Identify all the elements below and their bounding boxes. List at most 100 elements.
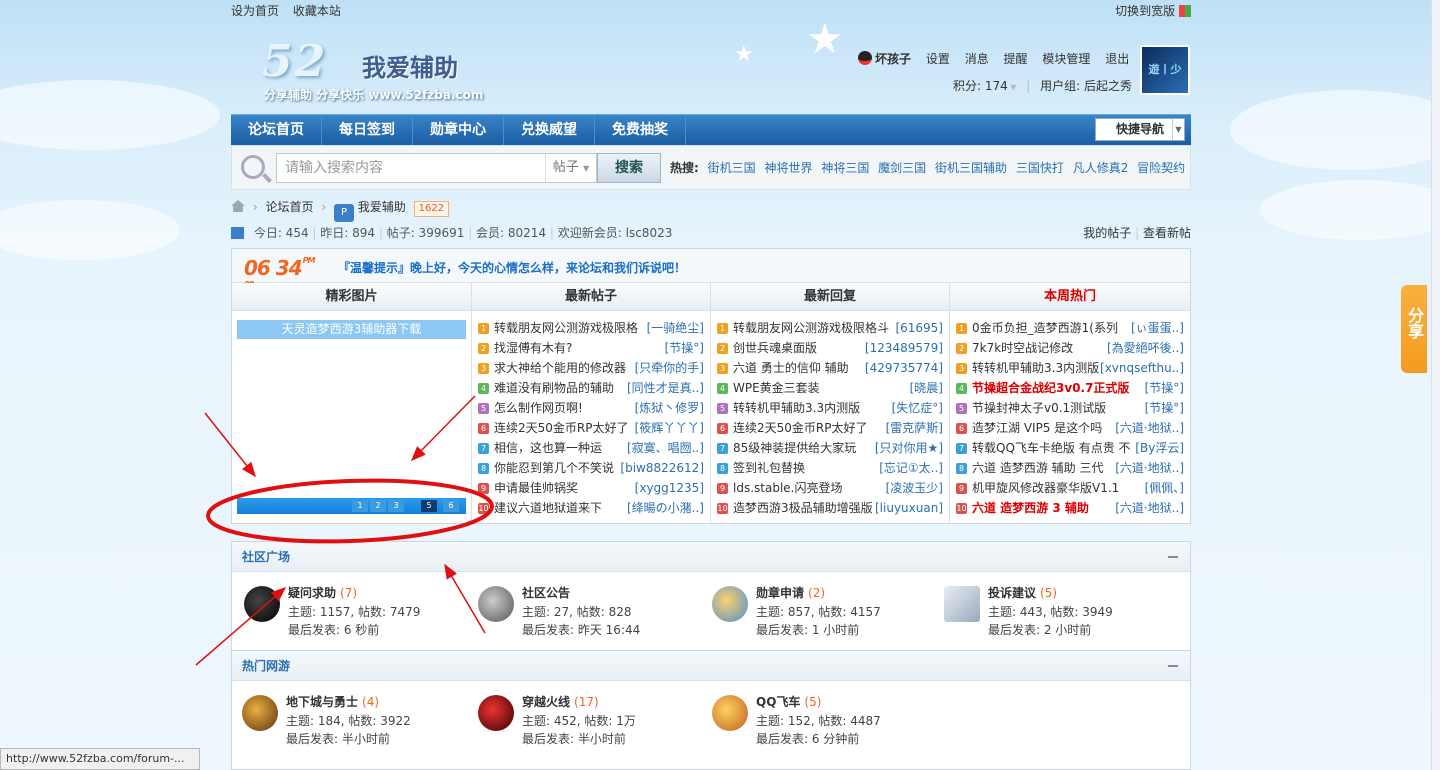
forum-name[interactable]: QQ飞车 <box>756 695 800 709</box>
list-item[interactable]: 1 0金币负担_造梦西游1(系列 [ぃ蛋蛋..] <box>950 318 1190 338</box>
list-item[interactable]: 7 相信，这也算一种运 [寂寞、唱囫..] <box>472 438 710 458</box>
hot-search-link[interactable]: 神将世界 <box>764 161 812 175</box>
section-header[interactable]: 热门网游 <box>232 651 1190 681</box>
post-title[interactable]: 转转机甲辅助3.3内测版 <box>733 398 860 418</box>
avatar[interactable]: 遊丨少 <box>1140 45 1190 95</box>
list-item[interactable]: 5 节操封神太子v0.1测试版 [节操°] <box>950 398 1190 418</box>
pic-page-button[interactable]: 5 <box>421 500 437 512</box>
hot-search-link[interactable]: 魔剑三国 <box>878 161 926 175</box>
post-author[interactable]: [忘记①太..] <box>879 458 943 478</box>
messages-link[interactable]: 消息 <box>965 52 989 66</box>
post-author[interactable]: [By浮云] <box>1135 438 1184 458</box>
forum-last-post[interactable]: 最后发表: 半小时前 <box>522 730 626 747</box>
post-title[interactable]: 连续2天50金币RP太好了 <box>494 418 628 438</box>
post-title[interactable]: 求大神给个能用的修改器 <box>494 358 626 378</box>
post-author[interactable]: [六道·地狱..] <box>1115 458 1184 478</box>
site-logo[interactable]: 52 我爱辅助 分享辅助 分享快乐 www.52fzba.com <box>262 36 483 102</box>
post-author[interactable]: [炼狱丶修罗] <box>635 398 704 418</box>
forum-last-post[interactable]: 最后发表: 昨天 16:44 <box>522 621 640 638</box>
post-author[interactable]: [佩佩、] <box>1145 478 1184 498</box>
list-item[interactable]: 8 签到礼包替换 [忘记①太..] <box>711 458 949 478</box>
post-title[interactable]: 节操超合金战纪3v0.7正式版 <box>972 378 1129 398</box>
post-author[interactable]: [筱辉丫丫丫] <box>635 418 704 438</box>
collapse-icon[interactable] <box>1168 556 1178 558</box>
post-author[interactable]: [只牵你的手] <box>635 358 704 378</box>
list-item[interactable]: 1 转载朋友网公测游戏极限格斗 [61695] <box>711 318 949 338</box>
pic-page-button[interactable]: 6 <box>443 500 459 512</box>
forum-item[interactable]: 社区公告 主题: 27, 帖数: 828 最后发表: 昨天 16:44 <box>478 584 708 644</box>
nav-daily-signin[interactable]: 每日签到 <box>322 115 413 145</box>
hot-search-link[interactable]: 街机三国辅助 <box>935 161 1007 175</box>
post-title[interactable]: 机甲旋风修改器豪华版V1.1 <box>972 478 1119 498</box>
list-item[interactable]: 1 转载朋友网公测游戏极限格 [一骑绝尘] <box>472 318 710 338</box>
post-author[interactable]: [节操°] <box>1145 378 1184 398</box>
collapse-icon[interactable] <box>1168 665 1178 667</box>
settings-link[interactable]: 设置 <box>926 52 950 66</box>
post-author[interactable]: [六道·地狱..] <box>1115 418 1184 438</box>
post-title[interactable]: 六道 勇士的信仰 辅助 <box>733 358 849 378</box>
post-title[interactable]: 0金币负担_造梦西游1(系列 <box>972 318 1118 338</box>
list-item[interactable]: 7 转载QQ飞车卡绝版 有点贵 不 [By浮云] <box>950 438 1190 458</box>
post-title[interactable]: WPE黄金三套装 <box>733 378 820 398</box>
post-author[interactable]: [失忆症°] <box>892 398 943 418</box>
breadcrumb-forum[interactable]: 我爱辅助 <box>358 200 406 214</box>
forum-item[interactable]: 疑问求助 (7) 主题: 1157, 帖数: 7479 最后发表: 6 秒前 <box>244 584 474 644</box>
list-item[interactable]: 2 找湿傅有木有? [节操°] <box>472 338 710 358</box>
module-admin-link[interactable]: 模块管理 <box>1042 52 1090 66</box>
list-item[interactable]: 10 造梦西游3极品辅助增强版 [liuyuxuan] <box>711 498 949 518</box>
search-button[interactable]: 搜索 <box>597 153 661 183</box>
list-item[interactable]: 6 连续2天50金币RP太好了 [筱辉丫丫丫] <box>472 418 710 438</box>
forum-item[interactable]: QQ飞车 (5) 主题: 152, 帖数: 4487 最后发表: 6 分钟前 <box>712 693 942 753</box>
width-toggle-icon[interactable] <box>1179 5 1191 17</box>
post-title[interactable]: 转载QQ飞车卡绝版 有点贵 不 <box>972 438 1131 458</box>
forum-last-post[interactable]: 最后发表: 6 秒前 <box>288 621 379 638</box>
forum-last-post[interactable]: 最后发表: 半小时前 <box>286 730 390 747</box>
list-item[interactable]: 3 求大神给个能用的修改器 [只牵你的手] <box>472 358 710 378</box>
quick-nav-button[interactable]: 快捷导航 ▼ <box>1095 118 1185 141</box>
list-item[interactable]: 9 lds.stable.闪亮登场 [凌波玉少] <box>711 478 949 498</box>
post-author[interactable]: [节操°] <box>665 338 704 358</box>
post-author[interactable]: [liuyuxuan] <box>875 498 943 518</box>
section-header[interactable]: 社区广场 <box>232 542 1190 572</box>
hot-search-link[interactable]: 街机三国 <box>708 161 756 175</box>
forum-name[interactable]: 社区公告 <box>522 586 570 600</box>
post-author[interactable]: [六道·地狱..] <box>1115 498 1184 518</box>
pic-page-button[interactable]: 1 <box>352 500 368 512</box>
post-title[interactable]: 连续2天50金币RP太好了 <box>733 418 867 438</box>
nav-exchange[interactable]: 兑换威望 <box>504 115 595 145</box>
post-title[interactable]: 转载朋友网公测游戏极限格斗 <box>733 318 889 338</box>
post-author[interactable]: [只对你用★] <box>875 438 943 458</box>
post-author[interactable]: [一骑绝尘] <box>647 318 704 338</box>
post-title[interactable]: 造梦江湖 VIP5 是这个吗 <box>972 418 1102 438</box>
hot-search-link[interactable]: 神将三国 <box>821 161 869 175</box>
post-author[interactable]: [雷克萨斯] <box>886 418 943 438</box>
post-title[interactable]: 签到礼包替换 <box>733 458 805 478</box>
post-title[interactable]: 建议六道地狱道来下 <box>494 498 602 518</box>
post-title[interactable]: 创世兵魂桌面版 <box>733 338 817 358</box>
list-item[interactable]: 5 转转机甲辅助3.3内测版 [失忆症°] <box>711 398 949 418</box>
post-author[interactable]: [晓晨] <box>910 378 943 398</box>
list-item[interactable]: 7 85级神装提供给大家玩 [只对你用★] <box>711 438 949 458</box>
post-author[interactable]: [寂寞、唱囫..] <box>627 438 704 458</box>
forum-name[interactable]: 疑问求助 <box>288 586 336 600</box>
post-title[interactable]: 转转机甲辅助3.3内测版 <box>972 358 1099 378</box>
pic-page-button[interactable]: 3 <box>388 500 404 512</box>
post-title[interactable]: 怎么制作网页啊! <box>494 398 583 418</box>
share-button[interactable]: 分享 <box>1401 285 1427 373</box>
logout-link[interactable]: 退出 <box>1105 52 1129 66</box>
post-author[interactable]: [凌波玉少] <box>886 478 943 498</box>
my-posts-link[interactable]: 我的帖子 <box>1083 226 1131 240</box>
forum-item[interactable]: 地下城与勇士 (4) 主题: 184, 帖数: 3922 最后发表: 半小时前 <box>242 693 472 753</box>
username-link[interactable]: 坏孩子 <box>875 52 911 66</box>
forum-name[interactable]: 地下城与勇士 <box>286 695 358 709</box>
post-title[interactable]: 六道 造梦西游 辅助 三代 <box>972 458 1103 478</box>
tip-text[interactable]: 『温馨提示』晚上好，今天的心情怎么样，来论坛和我们诉说吧！ <box>338 259 686 276</box>
post-author[interactable]: [同性才是真..] <box>627 378 704 398</box>
list-item[interactable]: 8 你能忍到第几个不笑说 [biw8822612] <box>472 458 710 478</box>
bookmark-link[interactable]: 收藏本站 <box>293 4 341 18</box>
stat-newest-member[interactable]: 欢迎新会员: lsc8023 <box>558 226 673 240</box>
set-home-link[interactable]: 设为首页 <box>231 4 279 18</box>
post-title[interactable]: lds.stable.闪亮登场 <box>733 478 842 498</box>
forum-last-post[interactable]: 最后发表: 2 小时前 <box>988 621 1091 638</box>
post-author[interactable]: [429735774] <box>865 358 943 378</box>
